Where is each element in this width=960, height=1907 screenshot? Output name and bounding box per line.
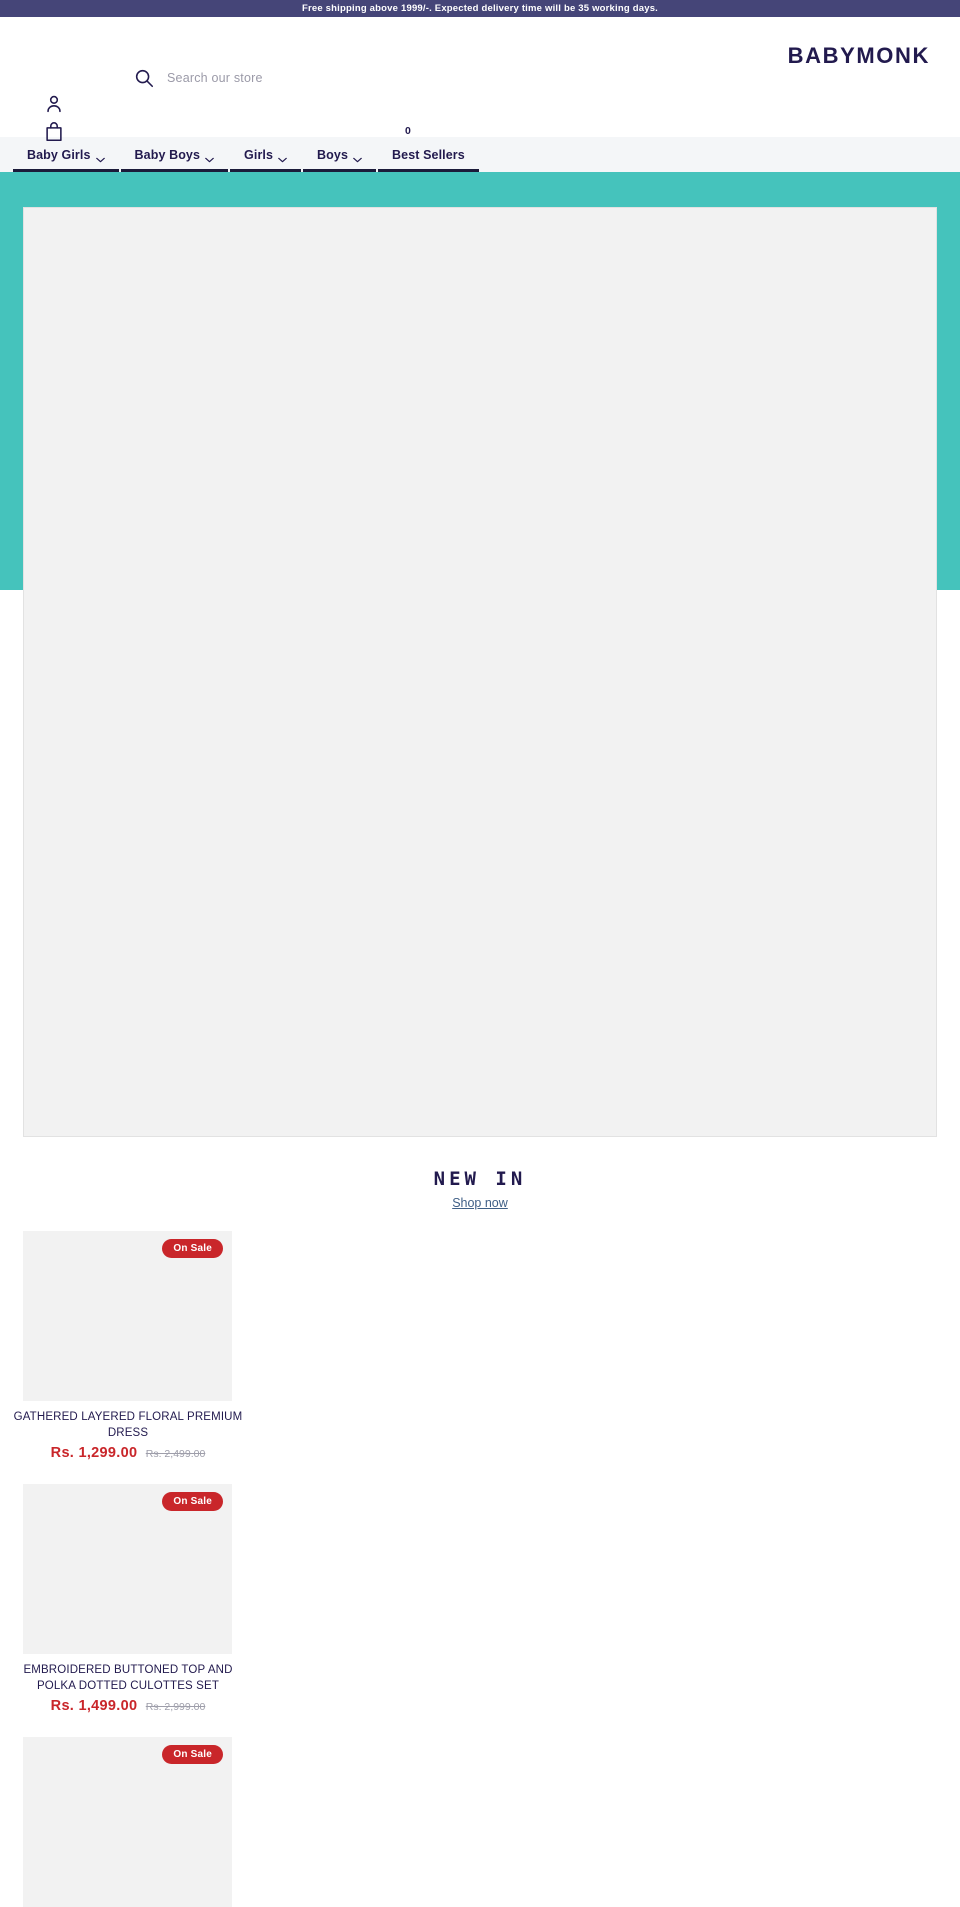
nav-item-baby-boys[interactable]: Baby Boys bbox=[120, 137, 230, 172]
chevron-down-icon bbox=[205, 152, 214, 162]
status-badge: On Sale bbox=[162, 1239, 223, 1258]
product-card[interactable]: On Sale bbox=[0, 1737, 960, 1907]
new-in-section: NEW IN Shop now bbox=[0, 1160, 960, 1212]
nav-item-best-sellers[interactable]: Best Sellers bbox=[377, 137, 480, 172]
site-header: BABYMONK Search our store 0 bbox=[0, 17, 960, 142]
product-price-row: Rs. 1,299.00 Rs. 2,499.00 bbox=[13, 1444, 243, 1462]
chevron-down-icon bbox=[95, 152, 105, 162]
hero-banner bbox=[0, 172, 960, 1137]
hero-slideshow-image[interactable] bbox=[23, 207, 937, 1137]
product-compare-price: Rs. 2,999.00 bbox=[145, 1701, 206, 1714]
nav-item-girls[interactable]: Girls bbox=[229, 137, 302, 172]
announcement-text: Free shipping above 1999/-. Expected del… bbox=[301, 3, 659, 14]
nav-label: Baby Girls bbox=[27, 147, 91, 162]
cart-count-badge: 0 bbox=[405, 125, 411, 137]
user-icon[interactable] bbox=[43, 93, 65, 115]
product-card[interactable]: On Sale EMBROIDERED BUTTONED TOP AND POL… bbox=[0, 1484, 960, 1715]
nav-label: Baby Boys bbox=[134, 147, 201, 162]
product-image[interactable]: On Sale bbox=[23, 1231, 232, 1401]
product-price-row: Rs. 1,499.00 Rs. 2,999.00 bbox=[13, 1697, 243, 1715]
main-navigation: Baby Girls Baby Boys Girls Boys Best Sel… bbox=[0, 137, 960, 172]
nav-label: Best Sellers bbox=[392, 147, 465, 162]
nav-item-boys[interactable]: Boys bbox=[302, 137, 377, 172]
shop-now-link[interactable]: Shop now bbox=[452, 1196, 508, 1210]
chevron-down-icon bbox=[278, 152, 287, 162]
product-sale-price: Rs. 1,299.00 bbox=[50, 1445, 138, 1462]
product-image[interactable]: On Sale bbox=[23, 1484, 232, 1655]
header-icons bbox=[43, 93, 65, 143]
section-title: NEW IN bbox=[433, 1168, 527, 1190]
nav-label: Boys bbox=[317, 147, 349, 162]
product-card[interactable]: On Sale GATHERED LAYERED FLORAL PREMIUM … bbox=[0, 1231, 960, 1462]
announcement-bar: Free shipping above 1999/-. Expected del… bbox=[0, 0, 960, 17]
product-title[interactable]: EMBROIDERED BUTTONED TOP AND POLKA DOTTE… bbox=[13, 1663, 243, 1694]
product-sale-price: Rs. 1,499.00 bbox=[50, 1698, 138, 1715]
search-icon bbox=[133, 67, 155, 89]
search-input[interactable]: Search our store bbox=[167, 71, 263, 85]
search-bar[interactable]: Search our store bbox=[133, 67, 263, 89]
nav-label: Girls bbox=[244, 147, 274, 162]
product-title[interactable]: GATHERED LAYERED FLORAL PREMIUM DRESS bbox=[13, 1410, 243, 1441]
product-image[interactable]: On Sale bbox=[23, 1737, 232, 1907]
status-badge: On Sale bbox=[162, 1492, 223, 1512]
product-compare-price: Rs. 2,499.00 bbox=[145, 1448, 206, 1461]
product-grid: On Sale GATHERED LAYERED FLORAL PREMIUM … bbox=[0, 1231, 960, 1907]
chevron-down-icon bbox=[353, 152, 362, 162]
nav-item-baby-girls[interactable]: Baby Girls bbox=[12, 137, 120, 172]
status-badge: On Sale bbox=[162, 1745, 223, 1765]
site-logo[interactable]: BABYMONK bbox=[788, 43, 930, 69]
